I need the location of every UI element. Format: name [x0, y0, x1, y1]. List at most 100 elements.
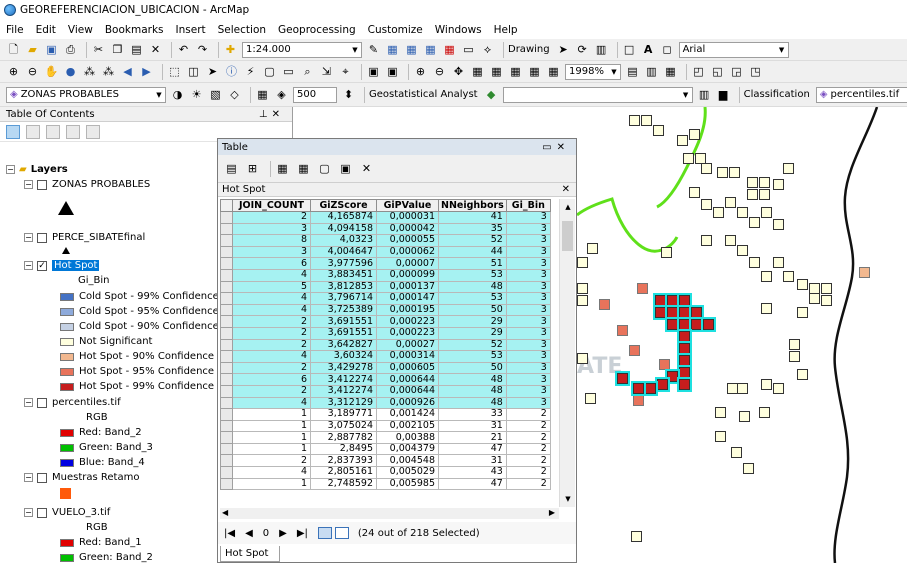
hotspot-cell[interactable]	[689, 305, 704, 320]
table-row[interactable]: 2 3,691551 0,000223 29 3	[220, 315, 551, 328]
select-elements-pointer-icon[interactable]: ➤	[205, 64, 220, 79]
column-header-gizscore[interactable]: GiZScore	[310, 199, 377, 212]
row-header[interactable]	[220, 292, 233, 305]
row-header[interactable]	[220, 338, 233, 352]
row-header[interactable]	[220, 245, 233, 259]
layout-pan-icon[interactable]: ✥	[451, 64, 466, 79]
hotspot-cell[interactable]	[677, 377, 692, 392]
hotspot-cell[interactable]	[737, 383, 748, 394]
hotspot-cell[interactable]	[789, 351, 800, 362]
hyperlink-icon[interactable]: ⚡	[243, 64, 258, 79]
row-header[interactable]	[220, 234, 233, 247]
hotspot-cell[interactable]	[783, 163, 794, 174]
zoom-out-icon[interactable]: ⊖	[25, 64, 40, 79]
row-header[interactable]	[220, 419, 233, 433]
find-icon[interactable]: ⌕	[300, 64, 315, 79]
hotspot-cell[interactable]	[761, 271, 772, 282]
toc-options-icon[interactable]	[86, 124, 100, 139]
layer-checkbox[interactable]	[37, 232, 47, 243]
collapse-icon[interactable]: −	[24, 261, 33, 270]
hotspot-cell[interactable]	[665, 305, 680, 320]
hotspot-cell[interactable]	[633, 395, 644, 406]
row-header[interactable]	[220, 466, 233, 479]
georef-icon-4[interactable]: ◳	[748, 64, 763, 79]
row-header[interactable]	[220, 303, 233, 317]
hotspot-cell[interactable]	[701, 235, 712, 246]
brightness-icon[interactable]: ☀	[189, 87, 204, 102]
toc-layer-hotspot[interactable]: − ✓ Hot Spot	[24, 258, 100, 273]
map-scale-combo[interactable]: 1:24.000 ▼	[242, 41, 362, 58]
legend-item[interactable]: Hot Spot - 95% Confidence	[60, 364, 214, 379]
paste-icon[interactable]: ▤	[129, 42, 144, 57]
hotspot-cell[interactable]	[677, 353, 692, 368]
fixed-zoom-in-icon[interactable]: ⁂	[82, 64, 97, 79]
related-tables-icon[interactable]: ⊞	[245, 161, 260, 176]
menu-insert[interactable]: Insert	[176, 24, 206, 36]
measure-icon[interactable]: ▭	[281, 64, 296, 79]
hotspot-cell[interactable]	[665, 293, 680, 308]
hotspot-cell[interactable]	[677, 293, 692, 308]
row-header[interactable]	[220, 361, 233, 375]
hotspot-cell[interactable]	[653, 293, 668, 308]
hotspot-cell[interactable]	[641, 115, 652, 126]
hotspot-cell[interactable]	[749, 257, 760, 268]
contrast-icon[interactable]: ◑	[170, 87, 185, 102]
hotspot-cell[interactable]	[725, 235, 736, 246]
time-slider-icon[interactable]: ▣	[366, 64, 381, 79]
geostatistical-analyst-menu[interactable]: Geostatistical Analyst	[369, 89, 478, 100]
table-row[interactable]: 2 3,412274 0,000644 48 3	[220, 384, 551, 398]
hotspot-cell[interactable]	[717, 167, 728, 178]
zoom-whole-page-icon[interactable]: ▦	[470, 64, 485, 79]
hotspot-cell[interactable]	[701, 317, 716, 332]
hotspot-cell[interactable]	[789, 339, 800, 350]
classify-icon-1[interactable]: ▥	[697, 87, 712, 102]
table-row[interactable]: 2 2,837393 0,004548 31 2	[220, 454, 551, 468]
classification-menu[interactable]: Classification	[744, 89, 810, 100]
switch-selection-icon[interactable]: ▦	[296, 161, 311, 176]
spinner-icon[interactable]: ⬍	[341, 87, 356, 102]
select-by-attributes-icon[interactable]: ▦	[275, 161, 290, 176]
list-by-selection-icon[interactable]	[66, 124, 80, 139]
font-combo[interactable]: Arial ▼	[678, 41, 789, 58]
hotspot-cell[interactable]	[637, 283, 648, 294]
number-input[interactable]: 500	[293, 86, 337, 103]
forward-icon[interactable]: ▶	[139, 64, 154, 79]
collapse-icon[interactable]: −	[24, 508, 33, 517]
hotspot-cell[interactable]	[725, 197, 736, 208]
table-row[interactable]: 4 3,312129 0,000926 48 3	[220, 396, 551, 410]
hotspot-cell[interactable]	[655, 377, 670, 392]
hotspot-cell[interactable]	[577, 295, 588, 306]
list-by-visibility-icon[interactable]	[46, 124, 60, 139]
toc-root[interactable]: − ▰ Layers	[6, 162, 68, 177]
toc-layer-perce[interactable]: − PERCE_SIBATEfinal	[24, 230, 145, 245]
hotspot-cell[interactable]	[739, 411, 750, 422]
hotspot-cell[interactable]	[665, 317, 680, 332]
hotspot-cell[interactable]	[689, 317, 704, 332]
column-header-gipvalue[interactable]: GiPValue	[376, 199, 439, 212]
table-window-controls[interactable]: ▭✕	[542, 142, 570, 153]
menu-windows[interactable]: Windows	[435, 24, 482, 36]
table-row[interactable]: 1 2,748592 0,005985 47 2	[220, 477, 551, 491]
hotspot-cell[interactable]	[587, 243, 598, 254]
full-extent-icon[interactable]: ●	[63, 64, 78, 79]
geostat-wizard-icon[interactable]: ◆	[484, 87, 499, 102]
previous-record-icon[interactable]: ◀	[245, 528, 253, 539]
hotspot-cell[interactable]	[731, 447, 742, 458]
hotspot-cell[interactable]	[773, 383, 784, 394]
hotspot-cell[interactable]	[701, 163, 712, 174]
hotspot-cell[interactable]	[683, 153, 694, 164]
toc-layer-percentiles[interactable]: − percentiles.tif	[24, 395, 121, 410]
hotspot-cell[interactable]	[659, 359, 670, 370]
table-tab-title[interactable]: Hot Spot	[222, 184, 265, 195]
hotspot-cell[interactable]	[677, 305, 692, 320]
layer-checkbox[interactable]	[37, 472, 47, 483]
table-row[interactable]: 1 3,075024 0,002105 31 2	[220, 419, 551, 433]
model-builder-icon[interactable]: ⟡	[480, 42, 495, 57]
collapse-icon[interactable]: −	[24, 473, 33, 482]
back-icon[interactable]: ◀	[120, 64, 135, 79]
column-header-nneighbors[interactable]: NNeighbors	[438, 199, 507, 212]
hotspot-cell[interactable]	[677, 365, 692, 380]
row-header[interactable]	[220, 408, 233, 421]
vertical-scrollbar[interactable]: ▲ ▼	[559, 199, 575, 507]
histogram-icon[interactable]: ▆	[716, 87, 731, 102]
